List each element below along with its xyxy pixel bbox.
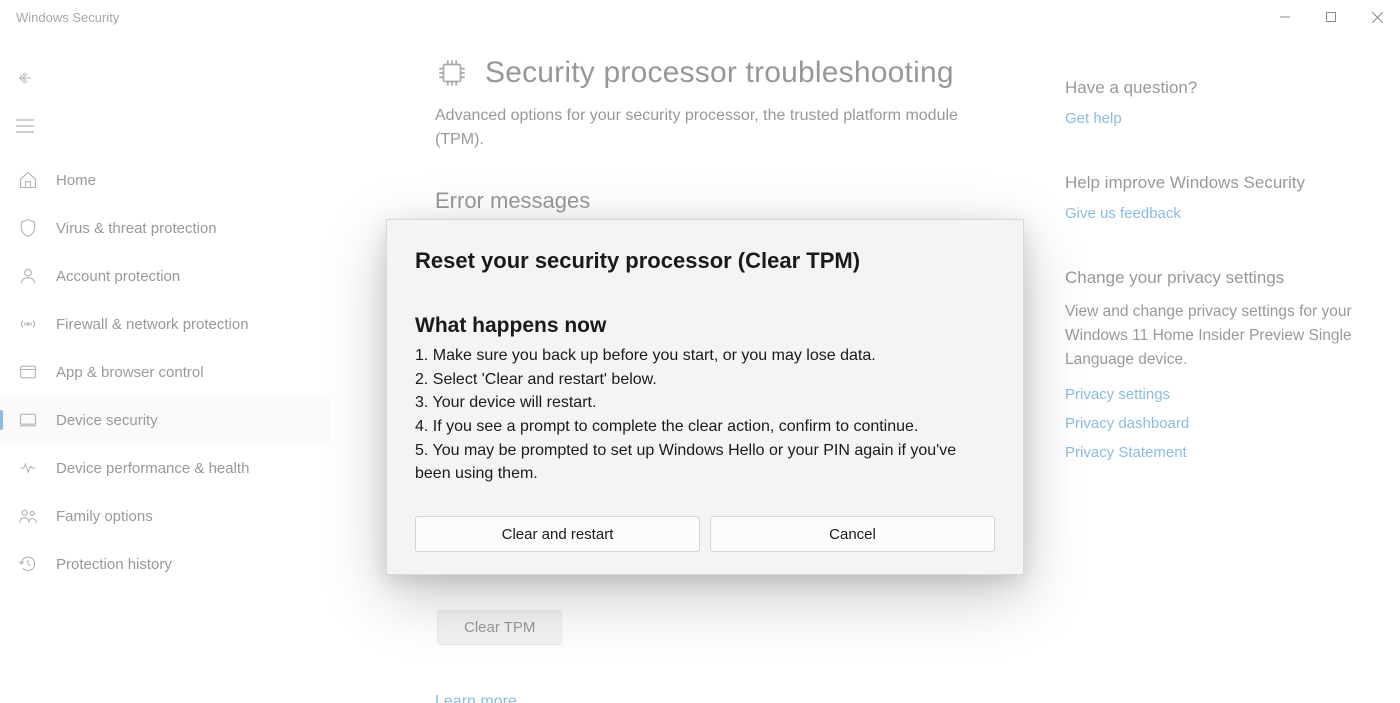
dialog-steps: 1. Make sure you back up before you star… [415, 344, 995, 486]
dialog-step: 5. You may be prompted to set up Windows… [415, 439, 995, 486]
heartbeat-icon [16, 456, 40, 480]
back-button[interactable] [0, 54, 48, 102]
title-bar: Windows Security [0, 0, 1400, 34]
minimize-button[interactable] [1262, 0, 1308, 34]
sidebar-item-label: Device security [56, 412, 330, 429]
hamburger-button[interactable] [0, 102, 48, 150]
clear-tpm-button[interactable]: Clear TPM [437, 610, 562, 645]
privacy-statement-link[interactable]: Privacy Statement [1065, 444, 1365, 461]
device-icon [16, 408, 40, 432]
privacy-heading: Change your privacy settings [1065, 268, 1365, 288]
chip-icon [435, 56, 469, 90]
feedback-link[interactable]: Give us feedback [1065, 205, 1365, 222]
shield-icon [16, 216, 40, 240]
clear-and-restart-button[interactable]: Clear and restart [415, 516, 700, 552]
sidebar: Home Virus & threat protection Account p… [0, 34, 330, 703]
maximize-button[interactable] [1308, 0, 1354, 34]
dialog-step: 4. If you see a prompt to complete the c… [415, 415, 995, 439]
window-title: Windows Security [16, 10, 119, 25]
sidebar-item-history[interactable]: Protection history [0, 540, 330, 588]
sidebar-item-label: Home [56, 172, 330, 189]
right-column: Have a question? Get help Help improve W… [1065, 56, 1365, 703]
learn-more-link[interactable]: Learn more [435, 693, 517, 703]
dialog-subtitle: What happens now [415, 314, 995, 338]
sidebar-item-label: Virus & threat protection [56, 220, 330, 237]
page-header: Security processor troubleshooting [435, 56, 1005, 90]
improve-heading: Help improve Windows Security [1065, 173, 1365, 193]
sidebar-item-app-browser[interactable]: App & browser control [0, 348, 330, 396]
cancel-button[interactable]: Cancel [710, 516, 995, 552]
sidebar-item-label: Device performance & health [56, 460, 330, 477]
privacy-settings-link[interactable]: Privacy settings [1065, 386, 1365, 403]
privacy-body: View and change privacy settings for you… [1065, 300, 1365, 372]
sidebar-item-label: Account protection [56, 268, 330, 285]
clear-tpm-dialog: Reset your security processor (Clear TPM… [386, 219, 1024, 575]
sidebar-item-label: Firewall & network protection [56, 316, 330, 333]
dialog-buttons: Clear and restart Cancel [415, 516, 995, 552]
help-question-heading: Have a question? [1065, 78, 1365, 98]
sidebar-item-label: App & browser control [56, 364, 330, 381]
sidebar-item-firewall[interactable]: Firewall & network protection [0, 300, 330, 348]
error-messages-heading: Error messages [435, 188, 1005, 214]
page-title: Security processor troubleshooting [485, 56, 954, 90]
dialog-step: 3. Your device will restart. [415, 391, 995, 415]
dialog-step: 1. Make sure you back up before you star… [415, 344, 995, 368]
sidebar-item-account[interactable]: Account protection [0, 252, 330, 300]
user-icon [16, 264, 40, 288]
dialog-title: Reset your security processor (Clear TPM… [415, 248, 995, 274]
sidebar-item-family[interactable]: Family options [0, 492, 330, 540]
privacy-dashboard-link[interactable]: Privacy dashboard [1065, 415, 1365, 432]
nav-list: Home Virus & threat protection Account p… [0, 156, 330, 588]
sidebar-item-home[interactable]: Home [0, 156, 330, 204]
sidebar-item-performance[interactable]: Device performance & health [0, 444, 330, 492]
wifi-icon [16, 312, 40, 336]
app-icon [16, 360, 40, 384]
page-subtitle: Advanced options for your security proce… [435, 104, 975, 152]
sidebar-item-virus[interactable]: Virus & threat protection [0, 204, 330, 252]
sidebar-item-label: Family options [56, 508, 330, 525]
window-controls [1262, 0, 1400, 34]
sidebar-item-label: Protection history [56, 556, 330, 573]
dialog-step: 2. Select 'Clear and restart' below. [415, 368, 995, 392]
sidebar-item-device-security[interactable]: Device security [0, 396, 330, 444]
family-icon [16, 504, 40, 528]
get-help-link[interactable]: Get help [1065, 110, 1365, 127]
home-icon [16, 168, 40, 192]
close-button[interactable] [1354, 0, 1400, 34]
history-icon [16, 552, 40, 576]
